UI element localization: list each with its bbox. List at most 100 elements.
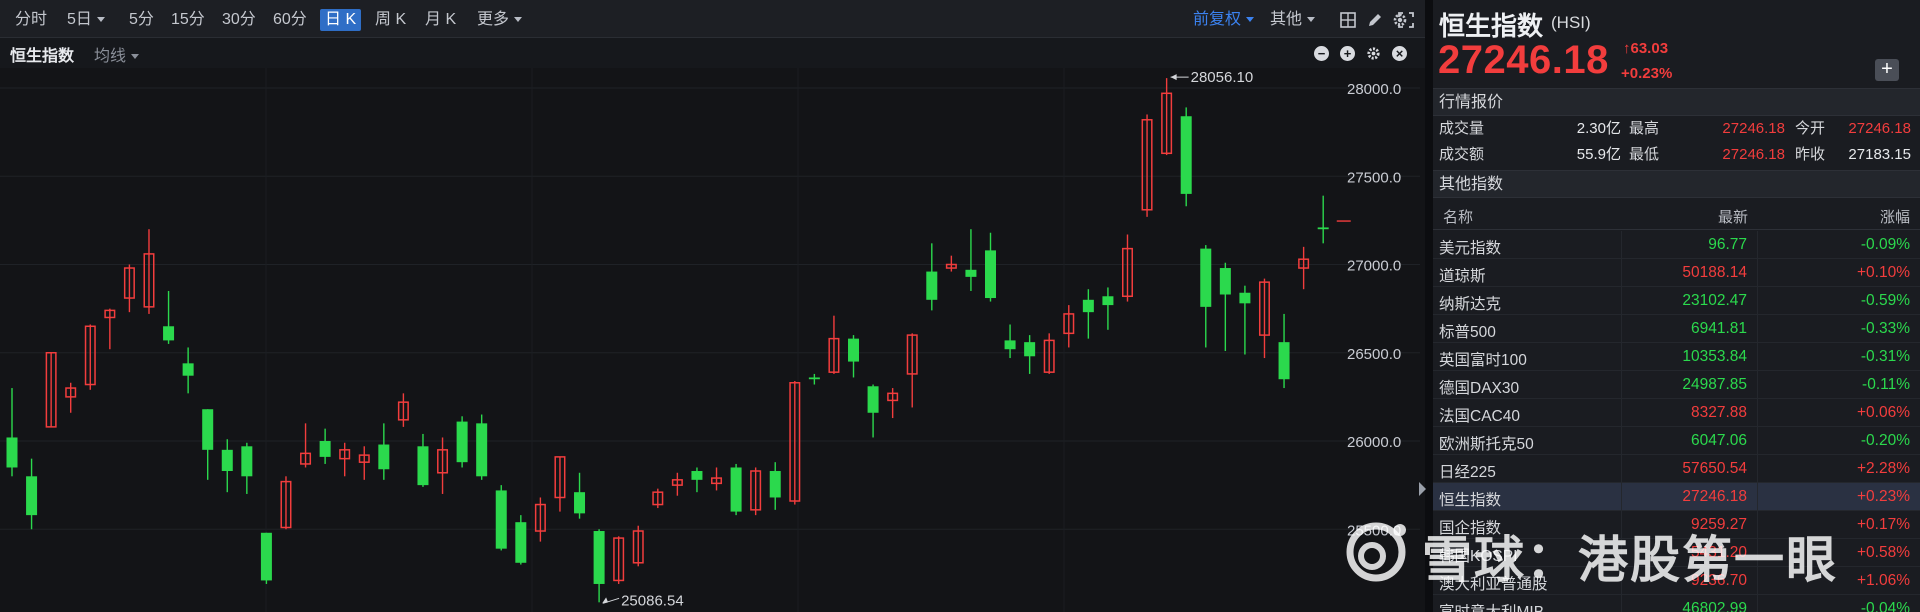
index-row[interactable]: 德国DAX30 24987.85 -0.11% (1433, 371, 1920, 399)
column-divider (1757, 287, 1758, 315)
timeframe-weekly-k[interactable]: 周 K (370, 9, 411, 31)
index-row-pct: +0.23% (1856, 488, 1910, 505)
quote-grid: 成交量 2.30亿 最高 27246.18 今开 27246.18 成交额 55… (1433, 116, 1920, 168)
index-row-last: 5431.20 (1690, 544, 1747, 561)
candle-body (1200, 248, 1212, 307)
column-divider (1621, 399, 1622, 427)
index-row-last: 9259.27 (1690, 516, 1747, 533)
index-row-pct: -0.04% (1860, 600, 1910, 612)
index-row[interactable]: 英国富时100 10353.84 -0.31% (1433, 343, 1920, 371)
index-row[interactable]: 日经225 57650.54 +2.28% (1433, 455, 1920, 483)
candle-body (202, 409, 214, 450)
index-row[interactable]: 澳大利亚普通股 9236.70 +1.06% (1433, 567, 1920, 595)
candle-body (241, 446, 253, 477)
quote-section-title: 行情报价 (1433, 88, 1920, 116)
zoom-in-icon[interactable]: + (1340, 46, 1355, 61)
fullscreen-icon[interactable] (1398, 12, 1414, 28)
candlestick-chart[interactable]: 28000.0 27500.0 27000.0 26500.0 26000.0 25500… (0, 68, 1425, 612)
low-annotation-label: 25086.54 (621, 592, 684, 609)
column-divider (1621, 259, 1622, 287)
timeframe-monthly-k[interactable]: 月 K (420, 9, 461, 31)
column-divider (1757, 539, 1758, 567)
candle-body (1102, 296, 1114, 306)
timeframe-5day[interactable]: 5日 (62, 9, 110, 31)
panel-divider (1425, 0, 1433, 612)
quote-panel: 恒生指数 (HSI) 27246.18 ↑63.03 +0.23% + 行情报价… (1433, 0, 1920, 612)
column-divider (1757, 315, 1758, 343)
index-code: (HSI) (1551, 13, 1591, 32)
timeframe-5min[interactable]: 5分 (124, 9, 159, 31)
index-row[interactable]: 欧洲斯托克50 6047.06 -0.20% (1433, 427, 1920, 455)
index-row[interactable]: 标普500 6941.81 -0.33% (1433, 315, 1920, 343)
other-dropdown[interactable]: 其他 (1270, 9, 1316, 31)
index-row-last: 10353.84 (1682, 348, 1747, 365)
ma-dropdown[interactable]: 均线 (94, 42, 140, 66)
index-row-name: 欧洲斯托克50 (1439, 436, 1534, 453)
index-row[interactable]: 国企指数 9259.27 +0.17% (1433, 511, 1920, 539)
candle-body (593, 531, 605, 584)
timeframe-60min[interactable]: 60分 (268, 9, 312, 31)
index-row[interactable]: 韩国KOSPI 5431.20 +0.58% (1433, 539, 1920, 567)
grid-layout-icon[interactable] (1340, 12, 1356, 28)
index-row[interactable]: 美元指数 96.77 -0.09% (1433, 231, 1920, 259)
turnover-value: 55.9亿 (1576, 146, 1621, 163)
column-divider (1757, 371, 1758, 399)
low-value: 27246.18 (1722, 146, 1785, 163)
candle-body (319, 441, 331, 457)
timeframe-30min[interactable]: 30分 (217, 9, 261, 31)
index-row-pct: -0.20% (1860, 432, 1910, 449)
candle-body (926, 271, 938, 300)
column-divider (1757, 259, 1758, 287)
index-row-name: 道琼斯 (1439, 268, 1486, 285)
column-divider (1757, 567, 1758, 595)
index-row[interactable]: 纳斯达克 23102.47 -0.59% (1433, 287, 1920, 315)
candle-body (182, 363, 194, 376)
chart-header: 恒生指数 均线 − + × (0, 38, 1425, 68)
y-tick-label: 27500.0 (1347, 169, 1401, 186)
index-row-name: 标普500 (1439, 324, 1496, 341)
close-icon[interactable]: × (1392, 46, 1407, 61)
index-row-last: 23102.47 (1682, 292, 1747, 309)
collapse-panel-arrow-icon[interactable] (1419, 482, 1426, 496)
add-watchlist-button[interactable]: + (1875, 59, 1899, 81)
chart-toolbar: 分时 5日 5分 15分 30分 60分 日 K 周 K 月 K 更多 前复权 … (0, 0, 1425, 38)
index-row-name: 英国富时100 (1439, 352, 1527, 369)
candle-body (867, 386, 879, 413)
index-row-pct: +0.58% (1856, 544, 1910, 561)
column-divider (1621, 315, 1622, 343)
index-row-last: 27246.18 (1682, 488, 1747, 505)
price-change: ↑63.03 (1623, 40, 1668, 57)
zoom-out-icon[interactable]: − (1314, 46, 1329, 61)
low-annotation-arrowhead (602, 597, 609, 604)
candle-body (221, 449, 233, 472)
index-row-name: 韩国KOSPI (1439, 548, 1518, 565)
column-divider (1757, 511, 1758, 539)
adjust-mode-dropdown[interactable]: 前复权 (1193, 9, 1255, 31)
column-divider (1621, 343, 1622, 371)
turnover-label: 成交额 (1439, 146, 1485, 163)
timeframe-intraday[interactable]: 分时 (10, 9, 52, 31)
timeframe-more[interactable]: 更多 (472, 9, 527, 31)
column-divider (1757, 455, 1758, 483)
index-row-last: 96.77 (1708, 236, 1747, 253)
col-name: 名称 (1443, 209, 1474, 226)
column-divider (1621, 483, 1622, 511)
draw-pen-icon[interactable] (1367, 12, 1383, 28)
indicator-settings-icon[interactable] (1366, 46, 1381, 61)
price-change-value: 63.03 (1630, 40, 1669, 57)
index-row[interactable]: 法国CAC40 8327.88 +0.06% (1433, 399, 1920, 427)
index-row[interactable]: 道琼斯 50188.14 +0.10% (1433, 259, 1920, 287)
chart-title: 恒生指数 (10, 48, 75, 65)
other-indices-title: 其他指数 (1433, 170, 1920, 198)
timeframe-15min[interactable]: 15分 (166, 9, 210, 31)
candle-body (1239, 292, 1251, 304)
timeframe-daily-k[interactable]: 日 K (320, 9, 362, 31)
candle-body (6, 437, 18, 468)
index-row-last: 24987.85 (1682, 376, 1747, 393)
column-divider (1621, 427, 1622, 455)
column-divider (1621, 371, 1622, 399)
index-row[interactable]: 富时意大利MIB 46802.99 -0.04% (1433, 595, 1920, 612)
index-row-pct: -0.33% (1860, 320, 1910, 337)
y-tick-label: 25500.0 (1347, 522, 1401, 539)
index-row[interactable]: 恒生指数 27246.18 +0.23% (1433, 483, 1920, 511)
